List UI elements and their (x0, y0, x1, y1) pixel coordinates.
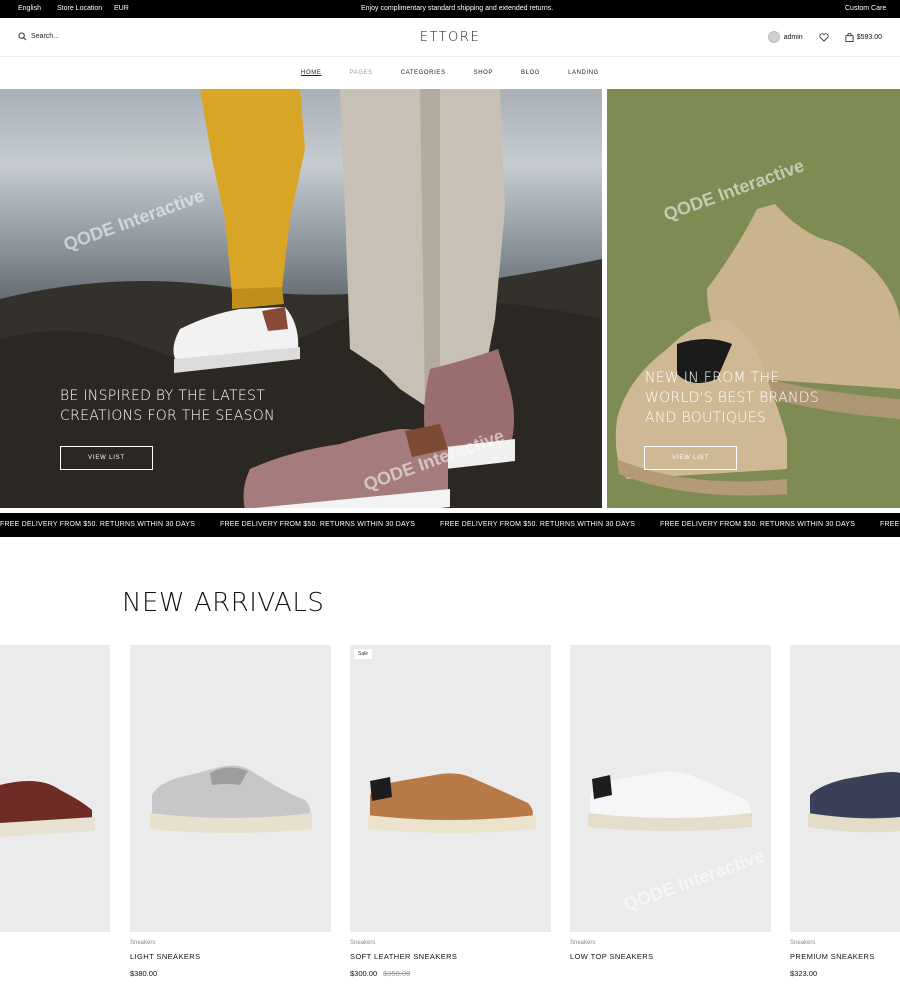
product-price: $323.00 (790, 969, 875, 978)
marquee-item: FREE DELIVERY FROM $50. RETURNS WITHIN 3… (220, 521, 416, 528)
product-image (808, 772, 900, 833)
new-arrivals-title: NEW ARRIVALS (122, 588, 325, 618)
product-name[interactable]: Low Top Sneakers (570, 952, 654, 961)
avatar (767, 31, 780, 43)
nav-categories[interactable]: Categories (401, 70, 446, 76)
product-price: $300.00 $350.00 (350, 969, 457, 978)
product-card[interactable] (130, 645, 331, 932)
product-card[interactable] (570, 645, 771, 932)
custom-care-link[interactable]: Custom Care (845, 5, 886, 12)
hero-left-title: Be inspired by the latest creations for … (60, 386, 275, 426)
cart-total: $593.00 (856, 33, 882, 41)
product-image (368, 773, 536, 833)
wishlist-heart-icon[interactable] (819, 32, 829, 42)
product-info: Sneakers Low Top Sneakers (570, 940, 654, 969)
cart-link[interactable]: $593.00 (845, 32, 882, 42)
product-card[interactable]: Sale (350, 645, 551, 932)
sale-badge: Sale (354, 649, 373, 659)
delivery-marquee: FREE DELIVERY FROM $50. RETURNS WITHIN 3… (0, 513, 900, 537)
hero-left-title-line-2: creations for the season (60, 408, 275, 424)
marquee-item: FREE DELIVERY FROM $50. RETURNS WITHIN 3… (880, 521, 900, 528)
product-name[interactable]: Soft Leather Sneakers (350, 952, 457, 961)
hero-right-title: New in from the world's best brands and … (645, 368, 819, 428)
site-logo[interactable]: ETTORE (0, 30, 900, 45)
price-current: $300.00 (350, 969, 378, 978)
watermark: QODE Interactive (440, 535, 587, 605)
currency-selector[interactable]: EUR (114, 5, 129, 12)
product-info: Sneakers Premium Sneakers $323.00 (790, 940, 875, 978)
marquee-item: FREE DELIVERY FROM $50. RETURNS WITHIN 3… (0, 521, 196, 528)
hero-right-title-line-1: New in from the (645, 370, 780, 386)
nav-blog[interactable]: Blog (521, 70, 540, 76)
nav-shop[interactable]: Shop (474, 70, 493, 76)
product-price: $380.00 (130, 969, 200, 978)
top-bar: English Store Location EUR Enjoy complim… (0, 0, 900, 18)
product-card-partial-left[interactable] (0, 645, 110, 932)
nav-home[interactable]: Home (301, 70, 321, 76)
product-category[interactable]: Sneakers (130, 940, 200, 946)
price-original: $350.00 (383, 969, 411, 978)
hero-right-title-line-2: world's best brands (645, 390, 820, 406)
hero-right-title-line-3: and boutiques (645, 410, 767, 426)
product-category[interactable]: Sneakers (790, 940, 875, 946)
product-category[interactable]: Sneakers (570, 940, 654, 946)
account-link[interactable]: admin (767, 31, 803, 43)
main-nav: Home Pages Categories Shop Blog Landing (0, 57, 900, 89)
product-image (0, 781, 95, 837)
hero-right-view-list-button[interactable]: View List (644, 446, 737, 470)
marquee-item: FREE DELIVERY FROM $50. RETURNS WITHIN 3… (440, 521, 636, 528)
hero-banner-right[interactable]: New in from the world's best brands and … (607, 89, 900, 508)
product-info: Sneakers Light Sneakers $380.00 (130, 940, 200, 978)
product-info: Sneakers Soft Leather Sneakers $300.00 $3… (350, 940, 457, 978)
product-name[interactable]: Light Sneakers (130, 952, 200, 961)
hero-left-view-list-button[interactable]: View List (60, 446, 153, 470)
price-current: $323.00 (790, 969, 818, 978)
price-current: $380.00 (130, 969, 158, 978)
store-location-link[interactable]: Store Location (57, 5, 102, 12)
product-category[interactable]: Sneakers (350, 940, 457, 946)
announcement-text: Enjoy complimentary standard shipping an… (361, 5, 554, 12)
site-header: Search... ETTORE admin $593.00 (0, 18, 900, 57)
hero-left-title-line-1: Be inspired by the latest (60, 388, 266, 404)
nav-pages[interactable]: Pages (349, 70, 372, 76)
user-name: admin (783, 33, 803, 41)
nav-landing[interactable]: Landing (568, 70, 599, 76)
hero-banner-left[interactable]: Be inspired by the latest creations for … (0, 89, 602, 508)
product-card[interactable] (790, 645, 900, 932)
marquee-item: FREE DELIVERY FROM $50. RETURNS WITHIN 3… (660, 521, 856, 528)
shopping-bag-icon (845, 32, 854, 42)
language-selector[interactable]: English (18, 5, 41, 12)
product-image (588, 771, 752, 831)
product-name[interactable]: Premium Sneakers (790, 952, 875, 961)
product-image (150, 765, 312, 833)
